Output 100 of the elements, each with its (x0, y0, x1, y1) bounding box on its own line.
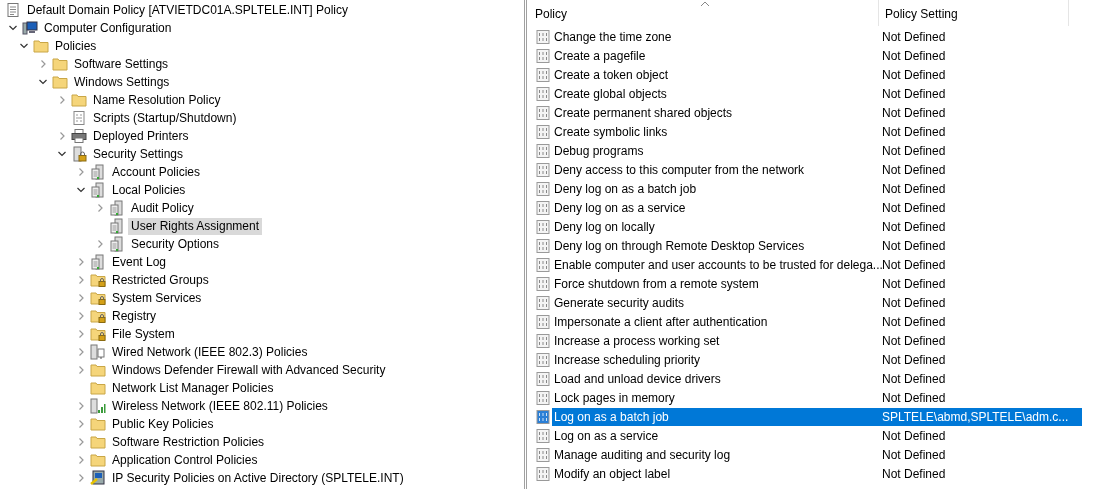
setting-cell-text: Not Defined (882, 219, 947, 234)
setting-cell-text: Not Defined (882, 333, 947, 348)
tree-item[interactable]: Software Restriction Policies (109, 433, 268, 451)
tree-item[interactable]: System Services (109, 289, 205, 307)
tree-item[interactable]: Local Policies (109, 181, 189, 199)
expand-chevron-icon[interactable] (38, 59, 48, 69)
expand-chevron-icon[interactable] (76, 329, 86, 339)
tree-item[interactable]: Wireless Network (IEEE 802.11) Policies (109, 397, 331, 415)
policy-row[interactable]: Change the time zone Not Defined (552, 27, 1082, 46)
tree-item[interactable]: Account Policies (109, 163, 204, 181)
policy-row[interactable]: Deny log on locally Not Defined (552, 217, 1082, 236)
expand-chevron-icon[interactable] (95, 239, 105, 249)
console-root-title[interactable]: Default Domain Policy [ATVIETDC01A.SPLTELE.INT] Policy (24, 1, 351, 19)
server-icon (109, 218, 125, 234)
tree-item[interactable]: Security Settings (90, 145, 187, 163)
policy-row[interactable]: Enable computer and user accounts to be trusted for delega...Not Defined (552, 255, 1082, 274)
policy-row[interactable]: Deny access to this computer from the network Not Defined (552, 160, 1082, 179)
expand-chevron-icon[interactable] (76, 437, 86, 447)
collapse-chevron-icon[interactable] (76, 185, 86, 195)
column-header[interactable]: Policy (527, 0, 879, 26)
tree-item[interactable]: Registry (109, 307, 159, 325)
expand-chevron-icon[interactable] (76, 455, 86, 465)
policy-cell-text: Enable computer and user accounts to be trusted for delega... (553, 257, 882, 272)
folder-icon (90, 452, 106, 468)
policy-row[interactable]: Create symbolic links Not Defined (552, 122, 1082, 141)
expand-chevron-icon[interactable] (76, 257, 86, 267)
policy-row[interactable]: Manage auditing and security log Not Defined (552, 445, 1082, 464)
expand-chevron-icon[interactable] (76, 275, 86, 285)
expand-chevron-icon[interactable] (76, 401, 86, 411)
setting-cell-text: Not Defined (882, 390, 947, 405)
expand-chevron-icon[interactable] (57, 131, 67, 141)
collapse-chevron-icon[interactable] (19, 41, 29, 51)
folder-icon (90, 380, 106, 396)
tree-item[interactable]: File System (109, 325, 178, 343)
collapse-chevron-icon[interactable] (38, 77, 48, 87)
policy-icon (535, 313, 551, 330)
setting-cell-text: Not Defined (882, 257, 947, 272)
policy-row[interactable]: Modify an object label Not Defined (552, 464, 1082, 483)
tree-item[interactable]: Wired Network (IEEE 802.3) Policies (109, 343, 311, 361)
policy-cell-text: Create global objects (553, 86, 668, 101)
expand-chevron-icon[interactable] (76, 167, 86, 177)
expand-chevron-icon[interactable] (95, 203, 105, 213)
policy-row[interactable]: Create permanent shared objects Not Defined (552, 103, 1082, 122)
expand-chevron-icon[interactable] (57, 95, 67, 105)
expand-chevron-icon[interactable] (76, 347, 86, 357)
tree-item[interactable]: Software Settings (71, 55, 172, 73)
collapse-chevron-icon[interactable] (8, 23, 18, 33)
column-header[interactable]: Policy Setting (879, 0, 1069, 26)
key-computer-icon (90, 470, 106, 486)
policy-icon (535, 351, 551, 368)
policy-icon (535, 256, 551, 273)
tree-item[interactable]: Application Control Policies (109, 451, 261, 469)
expand-chevron-icon[interactable] (76, 419, 86, 429)
server-lock-icon (71, 146, 87, 162)
policy-row[interactable]: Deny log on through Remote Desktop Services Not Defined (552, 236, 1082, 255)
tree-item[interactable]: Deployed Printers (90, 127, 192, 145)
tree-item[interactable]: Policies (52, 37, 100, 55)
setting-cell-text: Not Defined (882, 48, 947, 63)
policy-row[interactable]: Create a pagefile Not Defined (552, 46, 1082, 65)
tree-item[interactable]: Network List Manager Policies (109, 379, 277, 397)
policy-cell-text: Create a token object (553, 67, 670, 82)
tree-item[interactable]: Windows Settings (71, 73, 173, 91)
expand-chevron-icon[interactable] (76, 473, 86, 483)
computer-icon (22, 20, 38, 36)
folder-icon (90, 434, 106, 450)
policy-row[interactable]: Create global objects Not Defined (552, 84, 1082, 103)
policy-row[interactable]: Load and unload device drivers Not Defined (552, 369, 1082, 388)
expand-chevron-icon[interactable] (76, 311, 86, 321)
tree-item[interactable]: Name Resolution Policy (90, 91, 224, 109)
collapse-chevron-icon[interactable] (57, 149, 67, 159)
policy-icon (535, 446, 551, 463)
policy-row[interactable]: Impersonate a client after authentication Not Defined (552, 312, 1082, 331)
tree-item[interactable]: User Rights Assignment (128, 217, 263, 235)
expand-chevron-icon[interactable] (76, 365, 86, 375)
policy-row[interactable]: Log on as a batch job SPLTELE\abmd,SPLTELE\adm.c... (552, 407, 1082, 426)
policy-row[interactable]: Generate security audits Not Defined (552, 293, 1082, 312)
tree-item[interactable]: Windows Defender Firewall with Advanced Security (109, 361, 389, 379)
tree-item[interactable]: Scripts (Startup/Shutdown) (90, 109, 240, 127)
tree-item[interactable]: Public Key Policies (109, 415, 217, 433)
tree-item[interactable]: Audit Policy (128, 199, 197, 217)
tree-item[interactable]: Restricted Groups (109, 271, 212, 289)
policy-row[interactable]: Deny log on as a service Not Defined (552, 198, 1082, 217)
expand-chevron-icon[interactable] (76, 293, 86, 303)
folder-icon (52, 56, 68, 72)
policy-row[interactable]: Deny log on as a batch job Not Defined (552, 179, 1082, 198)
policy-row[interactable]: Create a token object Not Defined (552, 65, 1082, 84)
policy-row[interactable]: Lock pages in memory Not Defined (552, 388, 1082, 407)
tree-item[interactable]: IP Security Policies on Active Directory (SPLTELE.INT) (109, 469, 407, 487)
policy-row[interactable]: Force shutdown from a remote system Not Defined (552, 274, 1082, 293)
tree-item[interactable]: Security Options (128, 235, 223, 253)
policy-row[interactable]: Log on as a service Not Defined (552, 426, 1082, 445)
tree-item[interactable]: Computer Configuration (41, 19, 175, 37)
setting-cell-text: Not Defined (882, 124, 947, 139)
tree-item[interactable]: Event Log (109, 253, 170, 271)
policy-row[interactable]: Increase a process working set Not Defined (552, 331, 1082, 350)
policy-row[interactable]: Increase scheduling priority Not Defined (552, 350, 1082, 369)
policy-icon (535, 66, 551, 83)
policy-cell-text: Debug programs (553, 143, 645, 158)
locked-folder-icon (90, 308, 106, 324)
policy-row[interactable]: Debug programs Not Defined (552, 141, 1082, 160)
